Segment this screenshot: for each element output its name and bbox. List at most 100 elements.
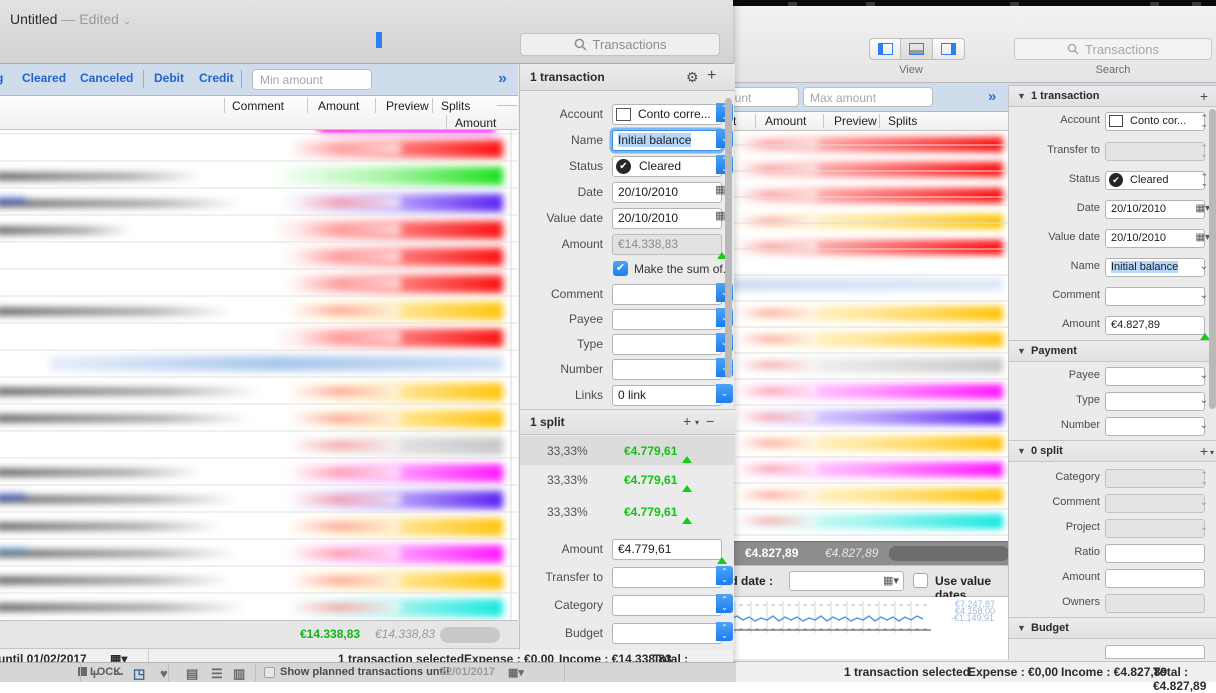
add-button[interactable]: +: [90, 666, 99, 683]
calendar-icon[interactable]: ▦▾: [1196, 203, 1210, 214]
back-add-split-button[interactable]: +: [1200, 443, 1208, 459]
back-amount-input[interactable]: €4.827,89: [1105, 316, 1205, 335]
back-col-amount[interactable]: Amount: [765, 114, 806, 128]
front-view-segmented-control[interactable]: [376, 32, 382, 48]
chevron-down-icon[interactable]: ⌄: [1200, 522, 1208, 533]
split-list-item[interactable]: 33,33% €4.779,61: [520, 436, 735, 465]
back-number-combo[interactable]: [1105, 417, 1205, 436]
calendar-icon[interactable]: ▦▾: [1196, 232, 1210, 243]
calendar-icon[interactable]: ▦▾: [508, 666, 524, 679]
front-col-amount[interactable]: Amount: [318, 99, 359, 113]
stepper-icon[interactable]: ⌃⌄: [1200, 173, 1208, 188]
chevron-down-icon[interactable]: ▾: [1210, 448, 1214, 457]
split-list-item[interactable]: 33,33% €4.779,61: [520, 465, 735, 494]
front-col-splits[interactable]: Splits: [441, 99, 470, 113]
min-amount-input[interactable]: Min amount: [252, 69, 372, 90]
front-category-popup[interactable]: [612, 595, 722, 616]
ledger-icon[interactable]: ▤: [186, 666, 198, 682]
back-type-combo[interactable]: [1105, 392, 1205, 411]
back-date-input[interactable]: 20/10/2010: [1105, 200, 1205, 219]
disclosure-triangle-icon[interactable]: ▼: [1017, 346, 1026, 356]
front-type-combo[interactable]: [612, 334, 722, 355]
back-comment-combo[interactable]: [1105, 287, 1205, 306]
disclosure-triangle-icon[interactable]: ▼: [1017, 446, 1026, 456]
list-icon[interactable]: ☰: [211, 666, 223, 682]
front-search-field[interactable]: Transactions: [520, 33, 720, 56]
remove-split-button[interactable]: −: [706, 413, 714, 429]
chevron-down-icon[interactable]: ⌄: [1200, 290, 1208, 301]
filter-item-cleared[interactable]: Cleared: [22, 71, 66, 85]
filter-item-credit[interactable]: Credit: [199, 71, 234, 85]
chevron-down-icon[interactable]: ⌄: [1200, 261, 1208, 272]
front-col-preview[interactable]: Preview: [386, 99, 429, 113]
chevron-down-icon[interactable]: ⌄: [716, 384, 733, 403]
calendar-icon[interactable]: ▦▾: [883, 574, 899, 587]
back-section-budget[interactable]: ▼ Budget: [1009, 617, 1216, 639]
back-filter-expand-icon[interactable]: »: [988, 88, 996, 105]
max-amount-input[interactable]: Max amount: [803, 87, 933, 107]
stepper-icon[interactable]: ⌃⌄: [716, 594, 733, 613]
back-section-payment[interactable]: ▼ Payment: [1009, 340, 1216, 362]
back-budget-field[interactable]: [1105, 645, 1205, 659]
amount-up-arrow-icon[interactable]: [717, 543, 727, 564]
back-search-field[interactable]: Transactions: [1014, 38, 1212, 60]
chevron-down-icon[interactable]: ⌄: [1200, 395, 1208, 406]
front-col-comment[interactable]: Comment: [232, 99, 284, 113]
front-date-input[interactable]: 20/10/2010: [612, 182, 722, 203]
front-filter-expand-icon[interactable]: »: [498, 70, 507, 88]
front-payee-combo[interactable]: [612, 309, 722, 330]
disclosure-triangle-icon[interactable]: ▼: [1017, 623, 1026, 633]
back-section-split[interactable]: ▼ 0 split + ▾: [1009, 440, 1216, 462]
back-add-transaction-button[interactable]: +: [1200, 88, 1208, 104]
back-col-preview[interactable]: Preview: [834, 114, 877, 128]
front-name-combo[interactable]: Initial balance: [612, 130, 722, 151]
front-transfer-to-popup[interactable]: [612, 567, 722, 588]
gear-icon[interactable]: ⚙: [686, 69, 699, 86]
back-split-amount-input[interactable]: [1105, 569, 1205, 588]
window-title-group[interactable]: Untitled — Edited ⌄: [10, 11, 131, 27]
front-comment-combo[interactable]: [612, 284, 722, 305]
view-button-bottom-panel[interactable]: [901, 38, 933, 60]
front-split-amount-input[interactable]: €4.779,61: [612, 539, 722, 560]
make-sum-checkbox[interactable]: ✔: [613, 261, 628, 276]
front-amount-input[interactable]: €14.338,83: [612, 234, 722, 255]
front-budget-popup[interactable]: [612, 623, 722, 644]
chevron-down-icon[interactable]: ▾: [695, 418, 699, 427]
use-value-dates-checkbox[interactable]: [913, 573, 928, 588]
back-transaction-list[interactable]: [731, 131, 1017, 541]
add-split-button[interactable]: +: [683, 413, 691, 429]
show-planned-checkbox[interactable]: [264, 667, 275, 678]
back-category-popup[interactable]: [1105, 469, 1205, 488]
front-transaction-list[interactable]: -€800,00 €14.288,70: [0, 130, 518, 620]
back-ratio-input[interactable]: [1105, 544, 1205, 563]
back-project-combo[interactable]: [1105, 519, 1205, 538]
remove-button[interactable]: −: [115, 666, 124, 683]
stepper-icon[interactable]: ⌃⌄: [1200, 144, 1208, 159]
filter-item-canceled[interactable]: Canceled: [80, 71, 133, 85]
chevron-down-icon[interactable]: ⌄: [1200, 497, 1208, 508]
stepper-icon[interactable]: ⌃⌄: [716, 566, 733, 585]
front-number-combo[interactable]: [612, 359, 722, 380]
view-button-right-sidebar[interactable]: [933, 38, 965, 60]
back-section-transaction[interactable]: ▼ 1 transaction +: [1009, 85, 1216, 107]
stepper-icon[interactable]: ⌃⌄: [1200, 471, 1208, 486]
chevron-down-icon[interactable]: ⌄: [123, 16, 131, 27]
add-transaction-button[interactable]: +: [707, 67, 716, 85]
back-col-splits[interactable]: Splits: [888, 114, 917, 128]
back-payee-combo[interactable]: [1105, 367, 1205, 386]
view-button-right-sidebar[interactable]: [380, 32, 382, 48]
chevron-down-icon[interactable]: ⌄: [1200, 420, 1208, 431]
back-inspector-scrollbar[interactable]: [1209, 109, 1216, 409]
filter-item-g[interactable]: g: [0, 71, 3, 85]
front-subcol-amount[interactable]: Amount: [455, 116, 496, 130]
front-inspector-scrollbar[interactable]: [725, 98, 732, 378]
chevron-down-icon[interactable]: ⌄: [1200, 370, 1208, 381]
chart-icon[interactable]: ◳: [133, 666, 145, 682]
stepper-icon[interactable]: ⌃⌄: [716, 622, 733, 641]
front-value-date-input[interactable]: 20/10/2010: [612, 208, 722, 229]
back-mini-chart[interactable]: €7.247,87 €4.158,00 -€1.149,91: [731, 597, 1017, 659]
shield-icon[interactable]: ♥: [160, 666, 168, 681]
back-split-comment-combo[interactable]: [1105, 494, 1205, 513]
back-view-segmented-control[interactable]: [869, 38, 965, 60]
back-name-combo[interactable]: Initial balance: [1105, 258, 1205, 277]
